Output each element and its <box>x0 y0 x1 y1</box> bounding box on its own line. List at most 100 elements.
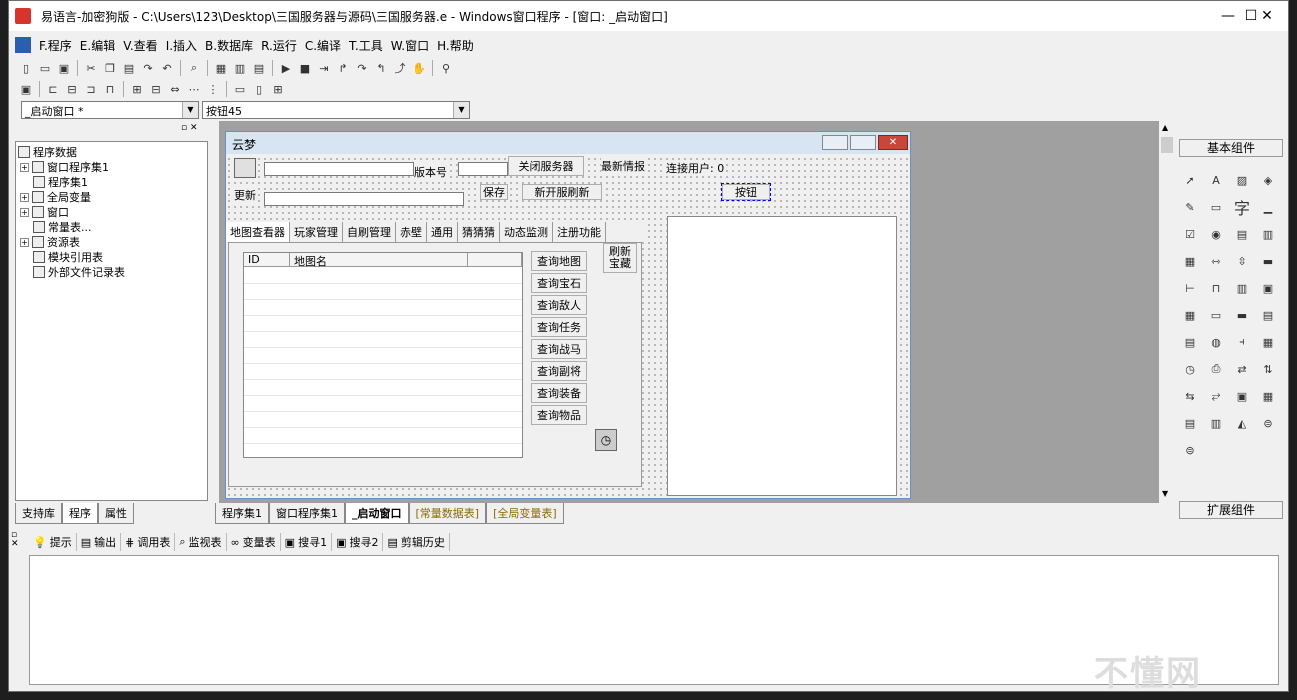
space-v-icon[interactable]: ⋮ <box>204 80 222 98</box>
db2-icon[interactable]: ▥ <box>1205 412 1227 434</box>
grid-icon[interactable]: ▦ <box>1179 304 1201 326</box>
step-over-icon[interactable]: ↷ <box>353 59 371 77</box>
query-gem-button[interactable]: 查询宝石 <box>531 273 587 293</box>
tab-clip-history[interactable]: ▤ 剪辑历史 <box>383 533 450 551</box>
tray-icon[interactable] <box>234 158 256 178</box>
label-icon[interactable]: A <box>1205 169 1227 191</box>
menu-insert[interactable]: I.插入 <box>162 37 201 54</box>
scroll-up-icon[interactable]: ▲ <box>1162 123 1168 132</box>
network-icon[interactable]: ⇄ <box>1231 358 1253 380</box>
expand-icon[interactable]: + <box>20 192 29 202</box>
odbc2-icon[interactable]: ⊜ <box>1179 439 1201 461</box>
align-right-icon[interactable]: ⊐ <box>82 80 100 98</box>
chart-icon[interactable]: ◭ <box>1231 412 1253 434</box>
save-button[interactable]: 保存 <box>480 184 508 200</box>
panel-close-icon[interactable]: ▫ ✕ <box>11 531 19 549</box>
menu-compile[interactable]: C.编译 <box>301 37 345 54</box>
odbc-icon[interactable]: ⊜ <box>1257 412 1279 434</box>
panel-controls[interactable]: ▫ ✕ <box>181 123 198 133</box>
tab-call-stack[interactable]: ⋕ 调用表 <box>121 533 176 551</box>
window-comp-icon[interactable]: ▣ <box>1231 385 1253 407</box>
grid-header-id[interactable]: ID <box>244 253 290 267</box>
query-general-button[interactable]: 查询副将 <box>531 361 587 381</box>
save-icon[interactable]: ▣ <box>55 59 73 77</box>
version-input[interactable] <box>458 162 508 176</box>
expand-icon[interactable]: + <box>20 207 29 217</box>
text-icon[interactable]: 字 <box>1231 196 1253 218</box>
run-icon[interactable]: ▶ <box>277 59 295 77</box>
tree-item[interactable]: 外部文件记录表 <box>33 264 125 280</box>
toolbar-icon[interactable]: ▥ <box>1231 277 1253 299</box>
menu-view[interactable]: V.查看 <box>119 37 161 54</box>
tab-map-viewer[interactable]: 地图查看器 <box>226 222 290 242</box>
db-icon[interactable]: ▤ <box>1179 412 1201 434</box>
design-scrollbar[interactable]: ▲ ▼ <box>1159 121 1175 503</box>
size2-icon[interactable]: ▯ <box>250 80 268 98</box>
scroll-thumb[interactable] <box>1161 137 1173 153</box>
map-grid[interactable]: ID 地图名 <box>243 252 523 458</box>
grid2-icon[interactable]: ▦ <box>1257 385 1279 407</box>
menu-help[interactable]: H.帮助 <box>433 37 478 54</box>
tab-search-2[interactable]: ▣ 搜寻2 <box>332 533 384 551</box>
new-server-refresh-button[interactable]: 新开服刷新 <box>522 184 602 200</box>
menu-database[interactable]: B.数据库 <box>201 37 257 54</box>
tab-module-1[interactable]: 程序集1 <box>215 503 269 524</box>
refresh-treasure-button[interactable]: 刷新 宝藏 <box>603 243 637 273</box>
extended-components-header[interactable]: 扩展组件 <box>1179 501 1283 519</box>
tab-output[interactable]: ▤ 输出 <box>77 533 122 551</box>
space-h-icon[interactable]: ⋯ <box>185 80 203 98</box>
info-listbox[interactable] <box>667 216 897 496</box>
tab-control-icon[interactable]: ⊓ <box>1205 277 1227 299</box>
table-icon[interactable]: ▤ <box>1179 331 1201 353</box>
open-icon[interactable]: ▭ <box>36 59 54 77</box>
tree-item[interactable]: + 资源表 <box>20 234 80 250</box>
query-task-button[interactable]: 查询任务 <box>531 317 587 337</box>
edit-icon[interactable]: ✎ <box>1179 196 1201 218</box>
layout-icon[interactable]: ▦ <box>212 59 230 77</box>
statusbar-icon[interactable]: ▣ <box>1257 277 1279 299</box>
close-button[interactable]: ✕ <box>1244 1 1290 31</box>
server-input[interactable] <box>264 162 414 176</box>
paste-icon[interactable]: ▤ <box>120 59 138 77</box>
tab-search-1[interactable]: ▣ 搜寻1 <box>281 533 333 551</box>
cut-icon[interactable]: ✂ <box>82 59 100 77</box>
globe-icon[interactable]: ◍ <box>1205 331 1227 353</box>
query-enemy-button[interactable]: 查询敌人 <box>531 295 587 315</box>
close-server-button[interactable]: 关闭服务器 <box>508 156 584 176</box>
tree-item[interactable]: 常量表... <box>33 219 92 235</box>
form-minimize-icon[interactable] <box>822 135 848 150</box>
step-icon[interactable]: ⇥ <box>315 59 333 77</box>
tab-guess[interactable]: 猜猜猜 <box>458 222 500 242</box>
align-left-icon[interactable]: ⊏ <box>44 80 62 98</box>
hand-icon[interactable]: ✋ <box>410 59 428 77</box>
query-horse-button[interactable]: 查询战马 <box>531 339 587 359</box>
checkbox-icon[interactable]: ☑ <box>1179 223 1201 245</box>
tree-item[interactable]: + 窗口 <box>20 204 69 220</box>
chevron-down-icon[interactable]: ▼ <box>182 102 198 118</box>
tab-global-var-table[interactable]: [全局变量表] <box>486 503 564 524</box>
chevron-down-icon[interactable]: ▼ <box>453 102 469 118</box>
menu-edit[interactable]: E.编辑 <box>76 37 119 54</box>
tab-properties[interactable]: 属性 <box>98 503 134 524</box>
expand-icon[interactable]: + <box>20 237 29 247</box>
doc-component-icon[interactable]: ▤ <box>1257 304 1279 326</box>
step-into-icon[interactable]: ↱ <box>334 59 352 77</box>
form-icon[interactable]: ▣ <box>17 80 35 98</box>
stop-icon[interactable]: ■ <box>296 59 314 77</box>
layout2-icon[interactable]: ▥ <box>231 59 249 77</box>
tab-hints[interactable]: 💡 提示 <box>29 533 77 551</box>
slider-icon[interactable]: ⊢ <box>1179 277 1201 299</box>
menu-run[interactable]: R.运行 <box>257 37 301 54</box>
menu-tools[interactable]: T.工具 <box>345 37 387 54</box>
server-icon[interactable]: ⇆ <box>1179 385 1201 407</box>
dbgrid-icon[interactable]: ▦ <box>1257 331 1279 353</box>
component-select[interactable]: 按钮45 ▼ <box>202 101 470 119</box>
grid-icon[interactable]: ⊞ <box>269 80 287 98</box>
grid-header-blank[interactable] <box>468 253 522 267</box>
trace-icon[interactable]: ⤴ <box>391 59 409 77</box>
generic-button[interactable]: 按钮 <box>721 183 771 201</box>
printer-icon[interactable]: ⎙ <box>1205 358 1227 380</box>
pipe-icon[interactable]: ⥂ <box>1205 385 1227 407</box>
radio-icon[interactable]: ◉ <box>1205 223 1227 245</box>
query-equip-button[interactable]: 查询装备 <box>531 383 587 403</box>
